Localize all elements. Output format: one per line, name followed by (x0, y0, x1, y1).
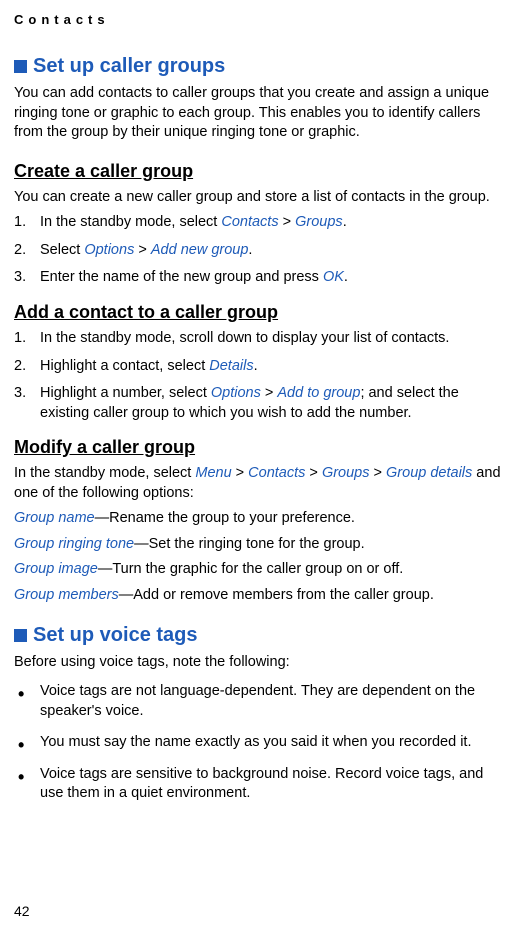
modify-intro: In the standby mode, select Menu > Conta… (14, 464, 501, 503)
ui-link-options: Options (84, 242, 134, 258)
list-item: Select Options > Add new group. (14, 241, 501, 261)
list-item: Highlight a contact, select Details. (14, 357, 501, 377)
list-item: Highlight a number, select Options > Add… (14, 384, 501, 423)
list-item: Enter the name of the new group and pres… (14, 268, 501, 288)
voice-tags-notes: Voice tags are not language-dependent. T… (14, 682, 501, 804)
section-title: Set up caller groups (33, 55, 225, 78)
list-item: Voice tags are sensitive to background n… (14, 765, 501, 804)
ui-link-contacts: Contacts (248, 465, 305, 481)
ui-link-add-new-group: Add new group (151, 242, 249, 258)
subsection-create-group: Create a caller group (14, 161, 501, 182)
ui-link-groups: Groups (295, 214, 343, 230)
section-heading-voice-tags: Set up voice tags (14, 624, 501, 647)
ui-link-menu: Menu (195, 465, 231, 481)
option-group-name: Group name—Rename the group to your pref… (14, 509, 501, 529)
subsection-intro: You can create a new caller group and st… (14, 188, 501, 208)
subsection-modify-group: Modify a caller group (14, 437, 501, 458)
ui-link-ok: OK (323, 269, 344, 285)
ui-link-add-to-group: Add to group (277, 385, 360, 401)
list-item: Voice tags are not language-dependent. T… (14, 682, 501, 721)
page-number: 42 (14, 903, 30, 919)
add-contact-steps: In the standby mode, scroll down to disp… (14, 329, 501, 423)
list-item: In the standby mode, select Contacts > G… (14, 213, 501, 233)
ui-link-details: Details (209, 358, 253, 374)
ui-link-group-details: Group details (386, 465, 472, 481)
section-title: Set up voice tags (33, 624, 198, 647)
voice-tags-intro: Before using voice tags, note the follow… (14, 653, 501, 673)
list-item: You must say the name exactly as you sai… (14, 733, 501, 753)
section-heading-caller-groups: Set up caller groups (14, 55, 501, 78)
create-group-steps: In the standby mode, select Contacts > G… (14, 213, 501, 288)
section-marker-icon (14, 60, 27, 73)
option-group-ringing-tone: Group ringing tone—Set the ringing tone … (14, 535, 501, 555)
option-group-image: Group image—Turn the graphic for the cal… (14, 560, 501, 580)
ui-link-options: Options (211, 385, 261, 401)
list-item: In the standby mode, scroll down to disp… (14, 329, 501, 349)
ui-link-contacts: Contacts (221, 214, 278, 230)
subsection-add-contact: Add a contact to a caller group (14, 302, 501, 323)
section-intro: You can add contacts to caller groups th… (14, 84, 501, 143)
option-group-members: Group members—Add or remove members from… (14, 586, 501, 606)
ui-link-groups: Groups (322, 465, 370, 481)
section-marker-icon (14, 629, 27, 642)
page-header: Contacts (14, 12, 501, 27)
